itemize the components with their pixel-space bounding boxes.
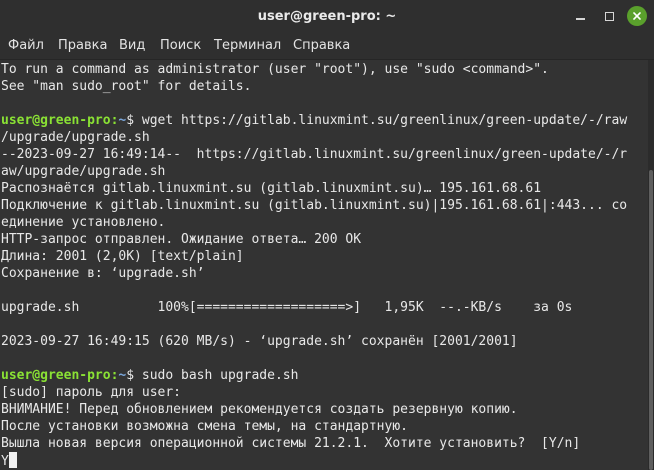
output-text: [sudo] пароль для user:	[1, 385, 182, 400]
output-text: Сохранение в: ‘upgrade.sh’	[1, 266, 205, 281]
prompt-symbol: $	[126, 113, 142, 128]
output-text: 2023-09-27 16:49:15 (620 MB/s) - ‘upgrad…	[1, 334, 518, 349]
output-line: Подключение к gitlab.linuxmint.su (gitla…	[1, 197, 627, 214]
prompt-symbol: $	[126, 368, 142, 383]
output-line: Сохранение в: ‘upgrade.sh’	[1, 265, 627, 282]
output-line: See "man sudo_root" for details.	[1, 78, 627, 95]
output-line: aw/upgrade/upgrade.sh	[1, 163, 627, 180]
output-text: /upgrade/upgrade.sh	[1, 130, 150, 145]
output-text: Вышла новая версия операционной системы …	[1, 436, 581, 451]
output-text: ВНИМАНИЕ! Перед обновлением рекомендуетс…	[1, 402, 518, 417]
prompt-user: user@green-pro:	[1, 368, 119, 383]
output-line: --2023-09-27 16:49:14-- https://gitlab.l…	[1, 146, 627, 163]
output-text: See "man sudo_root" for details.	[1, 79, 252, 94]
output-line: Y	[1, 452, 627, 469]
minimize-button[interactable]	[570, 6, 590, 26]
output-text: upgrade.sh 100%[===================>] 1,…	[1, 300, 573, 315]
output-line: HTTP-запрос отправлен. Ожидание ответа… …	[1, 231, 627, 248]
output-line: Длина: 2001 (2,0K) [text/plain]	[1, 248, 627, 265]
title-bar[interactable]: user@green-pro: ~	[0, 0, 654, 33]
menu-help[interactable]: Справка	[289, 33, 354, 59]
terminal-window: user@green-pro: ~ Файл Правка Вид Поиск …	[0, 0, 654, 470]
prompt-line: user@green-pro:~$ sudo bash upgrade.sh	[1, 367, 627, 384]
scrollbar-thumb[interactable]	[649, 170, 653, 470]
output-line: upgrade.sh 100%[===================>] 1,…	[1, 299, 627, 316]
output-line: Распознаётся gitlab.linuxmint.su (gitlab…	[1, 180, 627, 197]
output-text: Распознаётся gitlab.linuxmint.su (gitlab…	[1, 181, 542, 196]
output-text: Подключение к gitlab.linuxmint.su (gitla…	[1, 198, 628, 213]
text-cursor	[8, 452, 17, 468]
terminal-lines: To run a command as administrator (user …	[1, 61, 627, 469]
output-text: Длина: 2001 (2,0K) [text/plain]	[1, 249, 244, 264]
output-line: единение установлено.	[1, 214, 627, 231]
output-line: ВНИМАНИЕ! Перед обновлением рекомендуетс…	[1, 401, 627, 418]
output-line: [sudo] пароль для user:	[1, 384, 627, 401]
minimize-icon	[575, 18, 585, 20]
menu-edit[interactable]: Правка	[54, 33, 111, 59]
menu-view[interactable]: Вид	[115, 33, 149, 59]
output-text: HTTP-запрос отправлен. Ожидание ответа… …	[1, 232, 362, 247]
output-text: To run a command as administrator (user …	[1, 62, 549, 77]
output-line: Вышла новая версия операционной системы …	[1, 435, 627, 452]
output-line: 2023-09-27 16:49:15 (620 MB/s) - ‘upgrad…	[1, 333, 627, 350]
maximize-button[interactable]	[599, 6, 619, 26]
terminal-output[interactable]: To run a command as administrator (user …	[0, 60, 648, 470]
menu-bar: Файл Правка Вид Поиск Терминал Справка	[0, 33, 654, 60]
command-text: wget https://gitlab.linuxmint.su/greenli…	[141, 113, 628, 128]
output-line: /upgrade/upgrade.sh	[1, 129, 627, 146]
close-button[interactable]	[627, 6, 647, 26]
maximize-icon	[604, 11, 614, 21]
scrollbar[interactable]	[648, 60, 654, 470]
close-icon	[633, 12, 641, 20]
output-text: aw/upgrade/upgrade.sh	[1, 164, 166, 179]
output-text: После установки возможна смена темы, на …	[1, 419, 408, 434]
output-text: единение установлено.	[1, 215, 166, 230]
output-text: --2023-09-27 16:49:14-- https://gitlab.l…	[1, 147, 628, 162]
output-line: После установки возможна смена темы, на …	[1, 418, 627, 435]
output-line: To run a command as administrator (user …	[1, 61, 627, 78]
menu-file[interactable]: Файл	[4, 33, 48, 59]
output-text: Y	[1, 454, 9, 469]
menu-terminal[interactable]: Терминал	[210, 33, 285, 59]
prompt-line: user@green-pro:~$ wget https://gitlab.li…	[1, 112, 627, 129]
menu-search[interactable]: Поиск	[156, 33, 205, 59]
window-title: user@green-pro: ~	[257, 9, 397, 24]
command-text: sudo bash upgrade.sh	[141, 368, 299, 383]
prompt-user: user@green-pro:	[1, 113, 119, 128]
